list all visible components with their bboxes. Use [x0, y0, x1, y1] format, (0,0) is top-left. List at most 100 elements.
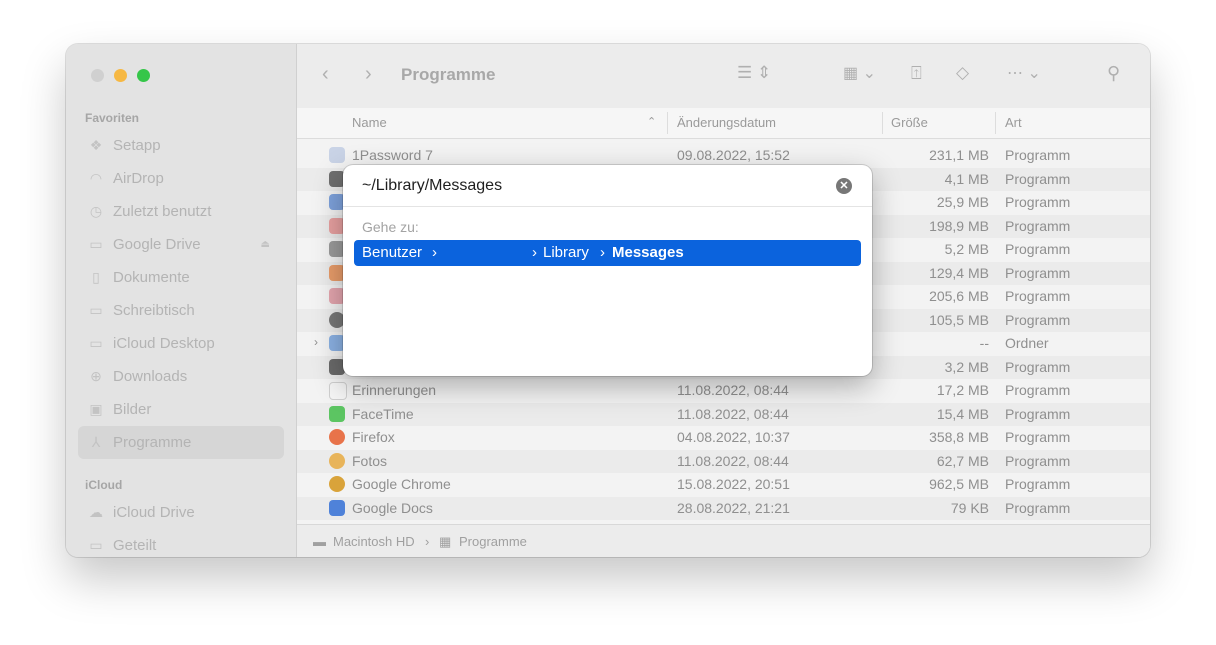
file-size: 129,4 MB [929, 264, 989, 281]
path-bar: ▬ Macintosh HD › ▦ Programme [297, 524, 1150, 557]
file-size: 4,1 MB [944, 170, 989, 187]
suggestion-part-messages: Messages [612, 244, 684, 261]
file-kind: Programm [1005, 311, 1071, 328]
list-view-icon[interactable]: ☰ ⇕ [737, 63, 771, 83]
sidebar-item-label: Downloads [113, 368, 188, 385]
grid-group-icon[interactable]: ▦ ⌄ [843, 63, 876, 83]
reminders-icon [329, 382, 347, 400]
folder-icon: ▭ [89, 335, 103, 351]
photos-icon [329, 452, 345, 469]
sidebar-item-pictures[interactable]: ▣ Bilder [78, 393, 284, 426]
sidebar-item-icloud-drive[interactable]: ☁ iCloud Drive [78, 496, 284, 529]
eject-icon[interactable]: ⏏ [261, 239, 270, 250]
sidebar-item-shared[interactable]: ▭ Geteilt [78, 529, 284, 557]
toolbar: ‹ › Programme ☰ ⇕ ▦ ⌄ ⍐ ◇ ⋯ ⌄ ⚲ [297, 44, 1150, 108]
column-date[interactable]: Änderungsdatum [677, 115, 776, 130]
path-separator: › [425, 534, 430, 549]
file-kind: Programm [1005, 358, 1071, 375]
sidebar-item-applications[interactable]: ⅄ Programme [78, 426, 284, 459]
window-title: Programme [401, 65, 496, 84]
sidebar: Favoriten ❖ Setapp ◠ AirDrop ◷ Zuletzt b… [66, 44, 297, 557]
goto-path-input[interactable]: ~/Library/Messages [362, 177, 502, 195]
file-kind: Programm [1005, 382, 1071, 398]
table-row[interactable]: Firefox 04.08.2022, 10:37 358,8 MB Progr… [297, 426, 1150, 450]
file-kind: Programm [1005, 264, 1071, 281]
chrome-icon [329, 476, 345, 492]
file-kind: Programm [1005, 170, 1071, 187]
sidebar-item-google-drive[interactable]: ▭ Google Drive ⏏ [78, 228, 284, 261]
file-name: Erinnerungen [352, 382, 437, 398]
file-date: 28.08.2022, 21:21 [677, 499, 790, 516]
sidebar-item-label: Setapp [113, 137, 161, 154]
file-name: Firefox [352, 429, 395, 445]
sidebar-item-icloud-desktop[interactable]: ▭ iCloud Desktop [78, 327, 284, 360]
table-row[interactable]: Erinnerungen 11.08.2022, 08:44 17,2 MB P… [297, 379, 1150, 403]
chevron-right-icon: › [600, 244, 605, 261]
file-size: -- [979, 335, 989, 351]
sidebar-item-setapp[interactable]: ❖ Setapp [78, 129, 284, 162]
table-row[interactable]: Google Chrome 15.08.2022, 20:51 962,5 MB… [297, 473, 1150, 497]
facetime-icon [329, 405, 345, 422]
sidebar-item-desktop[interactable]: ▭ Schreibtisch [78, 294, 284, 327]
hard-disk-icon: ▬ [313, 534, 326, 549]
file-date: 09.08.2022, 15:52 [677, 147, 790, 163]
more-actions-icon[interactable]: ⋯ ⌄ [1007, 63, 1041, 83]
file-kind: Programm [1005, 452, 1071, 469]
column-kind[interactable]: Art [1005, 115, 1022, 130]
sidebar-item-documents[interactable]: ▯ Dokumente [78, 261, 284, 294]
path-disk[interactable]: Macintosh HD [333, 534, 415, 549]
table-row[interactable]: 1Password 7 09.08.2022, 15:52 231,1 MB P… [297, 144, 1150, 168]
close-window-button[interactable] [91, 69, 104, 82]
photo-icon: ▣ [89, 401, 103, 417]
sort-ascending-icon[interactable]: ⌃ [647, 115, 656, 128]
table-row[interactable]: Fotos 11.08.2022, 08:44 62,7 MB Programm [297, 449, 1150, 473]
disclosure-chevron-icon[interactable]: › [314, 335, 318, 349]
column-header: Name ⌃ Änderungsdatum Größe Art [297, 108, 1150, 139]
file-size: 15,4 MB [936, 405, 989, 422]
airdrop-icon: ◠ [89, 170, 103, 186]
cloud-icon: ☁ [89, 504, 103, 520]
table-row[interactable]: Google Docs 28.08.2022, 21:21 79 KB Prog… [297, 496, 1150, 520]
column-separator [995, 112, 996, 134]
sidebar-section-favorites: Favoriten [85, 111, 140, 125]
firefox-icon [329, 429, 345, 445]
file-date: 11.08.2022, 08:44 [677, 405, 789, 422]
column-separator [882, 112, 883, 134]
suggestion-part-library: Library [543, 244, 589, 261]
path-suggestion[interactable]: Benutzer › › Library › Messages [354, 240, 861, 266]
download-icon: ⊕ [90, 368, 102, 384]
file-size: 25,9 MB [936, 194, 989, 210]
path-folder[interactable]: Programme [459, 534, 527, 549]
file-size: 962,5 MB [929, 476, 989, 492]
file-size: 5,2 MB [944, 241, 989, 257]
share-icon[interactable]: ⍐ [911, 63, 922, 84]
dialog-divider [343, 206, 872, 207]
sidebar-item-airdrop[interactable]: ◠ AirDrop [78, 162, 284, 195]
clear-input-icon[interactable]: ✕ [836, 178, 852, 194]
column-separator [667, 112, 668, 134]
file-date: 04.08.2022, 10:37 [677, 429, 790, 445]
forward-button[interactable]: › [365, 63, 372, 86]
file-name: Fotos [352, 452, 388, 469]
file-kind: Programm [1005, 241, 1071, 257]
file-kind: Programm [1005, 217, 1071, 234]
shared-folder-icon: ▭ [89, 537, 103, 553]
file-size: 3,2 MB [944, 358, 989, 375]
file-kind: Ordner [1005, 335, 1049, 351]
column-size[interactable]: Größe [891, 115, 928, 130]
setapp-icon: ❖ [89, 137, 103, 153]
tag-icon[interactable]: ◇ [956, 63, 969, 83]
file-name: 1Password 7 [352, 147, 433, 163]
sidebar-item-recents[interactable]: ◷ Zuletzt benutzt [78, 195, 284, 228]
column-name[interactable]: Name [352, 115, 387, 130]
sidebar-item-label: iCloud Desktop [113, 335, 215, 352]
file-kind: Programm [1005, 194, 1071, 210]
minimize-window-button[interactable] [114, 69, 127, 82]
file-kind: Programm [1005, 288, 1071, 304]
table-row[interactable]: FaceTime 11.08.2022, 08:44 15,4 MB Progr… [297, 402, 1150, 426]
maximize-window-button[interactable] [137, 69, 150, 82]
sidebar-item-label: iCloud Drive [113, 504, 195, 521]
sidebar-item-downloads[interactable]: ⊕ Downloads [78, 360, 284, 393]
search-icon[interactable]: ⚲ [1107, 63, 1120, 84]
back-button[interactable]: ‹ [322, 63, 329, 86]
